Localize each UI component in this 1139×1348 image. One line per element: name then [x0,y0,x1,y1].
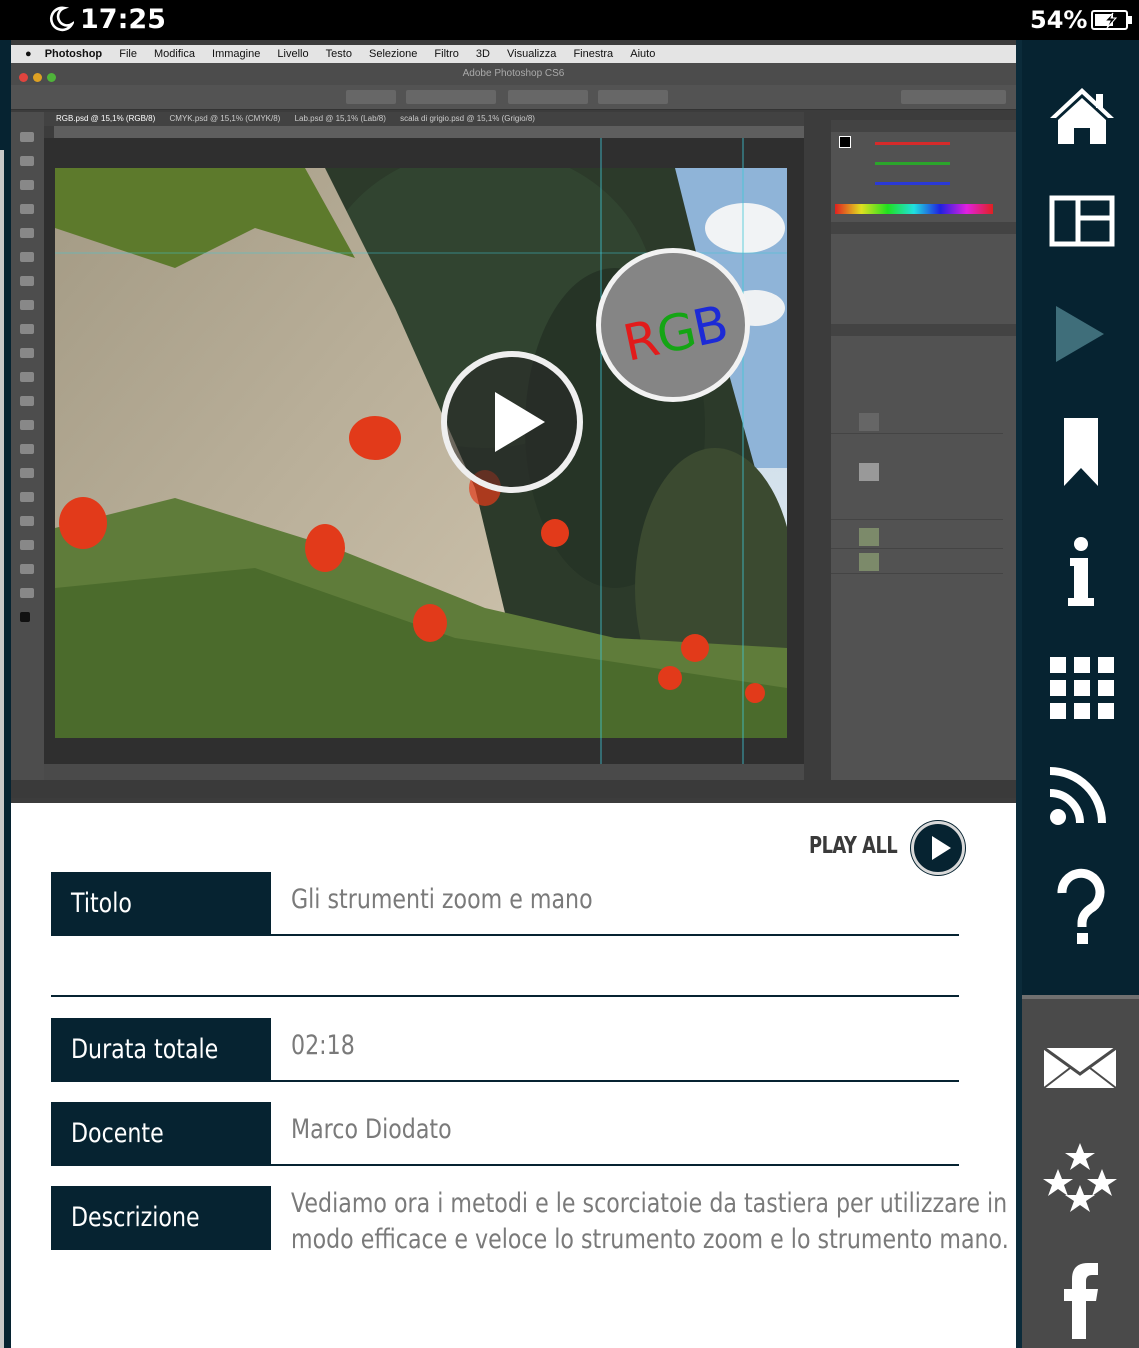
apple-icon: ● [25,48,32,60]
facebook-button[interactable] [1034,1255,1130,1341]
moon-icon [49,6,74,32]
ps-toolbox [11,112,44,792]
layout-icon [1049,195,1115,247]
grid-button[interactable] [1034,645,1130,731]
teacher-value: Marco Diodato [291,1114,452,1145]
ps-menu-item: 3D [475,48,490,60]
play-icon [1056,306,1104,362]
duration-value: 02:18 [291,1030,355,1061]
lesson-info-panel: PLAY ALL Titolo Gli strumenti zoom e man… [11,803,1016,1348]
ps-menu-bar: ● Photoshop File Modifica Immagine Livel… [11,45,1016,63]
play-all-label: PLAY ALL [809,833,898,859]
description-value: Vediamo ora i metodi e le scorciatoie da… [291,1188,1009,1255]
ps-menu-item: Filtro [434,48,459,60]
ps-menu-item: Finestra [573,48,614,60]
video-play-button[interactable] [441,351,583,493]
play-all-button[interactable]: PLAY ALL [809,821,965,877]
help-icon [1057,868,1105,944]
info-row-title: Titolo Gli strumenti zoom e mano [51,872,959,938]
home-button[interactable] [1034,80,1130,166]
ps-tab: CMYK.psd @ 15,1% (CMYK/8) [169,114,281,123]
info-icon [1068,537,1094,606]
mail-icon [1043,1046,1117,1089]
duration-label: Durata totale [51,1018,271,1082]
ps-menu-item: Immagine [212,48,261,60]
video-player[interactable]: ● Photoshop File Modifica Immagine Livel… [11,40,1016,803]
help-button[interactable] [1034,865,1130,951]
ps-menu-item: Aiuto [630,48,656,60]
ps-menu-item: Livello [277,48,309,60]
ps-tab: Lab.psd @ 15,1% (Lab/8) [294,114,386,123]
ps-menu-item: Visualizza [507,48,557,60]
ps-menu-item: Testo [325,48,352,60]
home-icon [1050,88,1114,144]
grid-icon [1050,657,1114,719]
ps-menu-item: File [119,48,137,60]
title-value: Gli strumenti zoom e mano [291,884,593,915]
ps-bottom-bar [11,780,1016,798]
description-label: Descrizione [51,1186,271,1250]
status-bar: 17:25 54% [0,0,1139,40]
mail-button[interactable] [1034,1030,1130,1116]
rgb-badge: R G B [596,248,750,402]
separator [51,995,959,997]
play-nav-button[interactable] [1034,290,1130,376]
layout-button[interactable] [1034,180,1130,266]
play-all-icon [911,821,965,875]
info-row-teacher: Docente Marco Diodato [51,1102,959,1168]
facebook-icon [1064,1263,1098,1339]
battery-percentage: 54% [1030,6,1088,34]
ps-tab: scala di grigio.psd @ 15,1% (Grigio/8) [400,114,535,123]
ps-doc-tabs: RGB.psd @ 15,1% (RGB/8) CMYK.psd @ 15,1%… [44,112,804,126]
stars-icon [1043,1143,1117,1212]
ps-options-bar [11,85,1016,110]
ps-guides [55,138,787,768]
rgb-badge-text: R G B [618,294,733,373]
bookmark-icon [1064,418,1098,486]
rate-button[interactable] [1034,1135,1130,1221]
info-button[interactable] [1034,530,1130,616]
rss-button[interactable] [1034,755,1130,841]
info-row-duration: Durata totale 02:18 [51,1018,959,1084]
info-row-description: Descrizione Vediamo ora i metodi e le sc… [51,1186,1009,1276]
play-icon [495,392,545,452]
bookmark-button[interactable] [1034,410,1130,496]
ps-menu-item: Selezione [369,48,418,60]
rss-icon [1049,767,1106,825]
ps-tab: RGB.psd @ 15,1% (RGB/8) [56,114,156,123]
ps-menu-item: Modifica [154,48,195,60]
ps-window-title: Adobe Photoshop CS6 [462,68,565,79]
ps-app-name: Photoshop [44,48,103,60]
status-time: 17:25 [80,4,166,35]
title-label: Titolo [51,872,271,936]
ps-title-bar: Adobe Photoshop CS6 [11,63,1016,85]
ps-panels [831,120,1016,792]
ps-ruler [54,126,804,138]
battery-icon [1091,10,1132,30]
ps-status-line [44,764,804,780]
teacher-label: Docente [51,1102,271,1166]
right-sidebar [1016,40,1139,1348]
left-margin [0,40,11,1348]
